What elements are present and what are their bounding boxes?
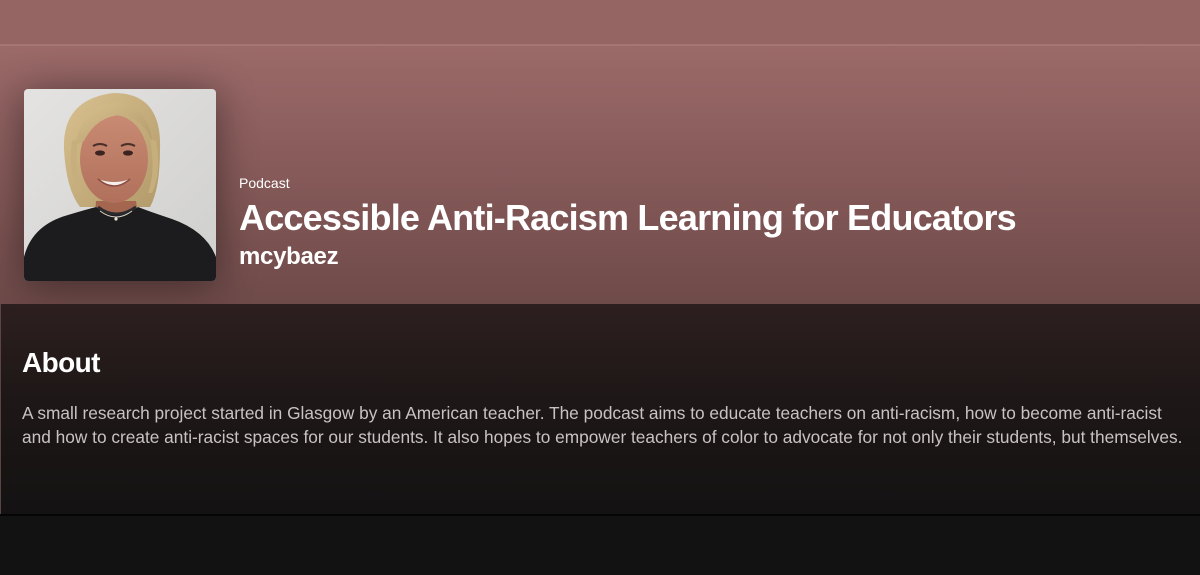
podcast-cover-image bbox=[24, 89, 216, 281]
podcast-title: Accessible Anti-Racism Learning for Educ… bbox=[239, 197, 1017, 238]
podcast-header: Podcast Accessible Anti-Racism Learning … bbox=[0, 44, 1200, 304]
top-bar-background bbox=[0, 0, 1200, 44]
header-divider bbox=[0, 44, 1200, 46]
podcast-page: Podcast Accessible Anti-Racism Learning … bbox=[0, 0, 1200, 575]
podcast-author-link[interactable]: mcybaez bbox=[239, 243, 339, 271]
about-section: About A small research project started i… bbox=[0, 304, 1200, 516]
about-description: A small research project started in Glas… bbox=[22, 403, 1183, 447]
content-type-label: Podcast bbox=[239, 175, 290, 191]
content-bottom-divider bbox=[0, 514, 1200, 516]
content-left-border bbox=[0, 304, 1, 516]
podcast-info: Podcast Accessible Anti-Racism Learning … bbox=[239, 175, 1179, 271]
about-heading: About bbox=[22, 347, 100, 378]
